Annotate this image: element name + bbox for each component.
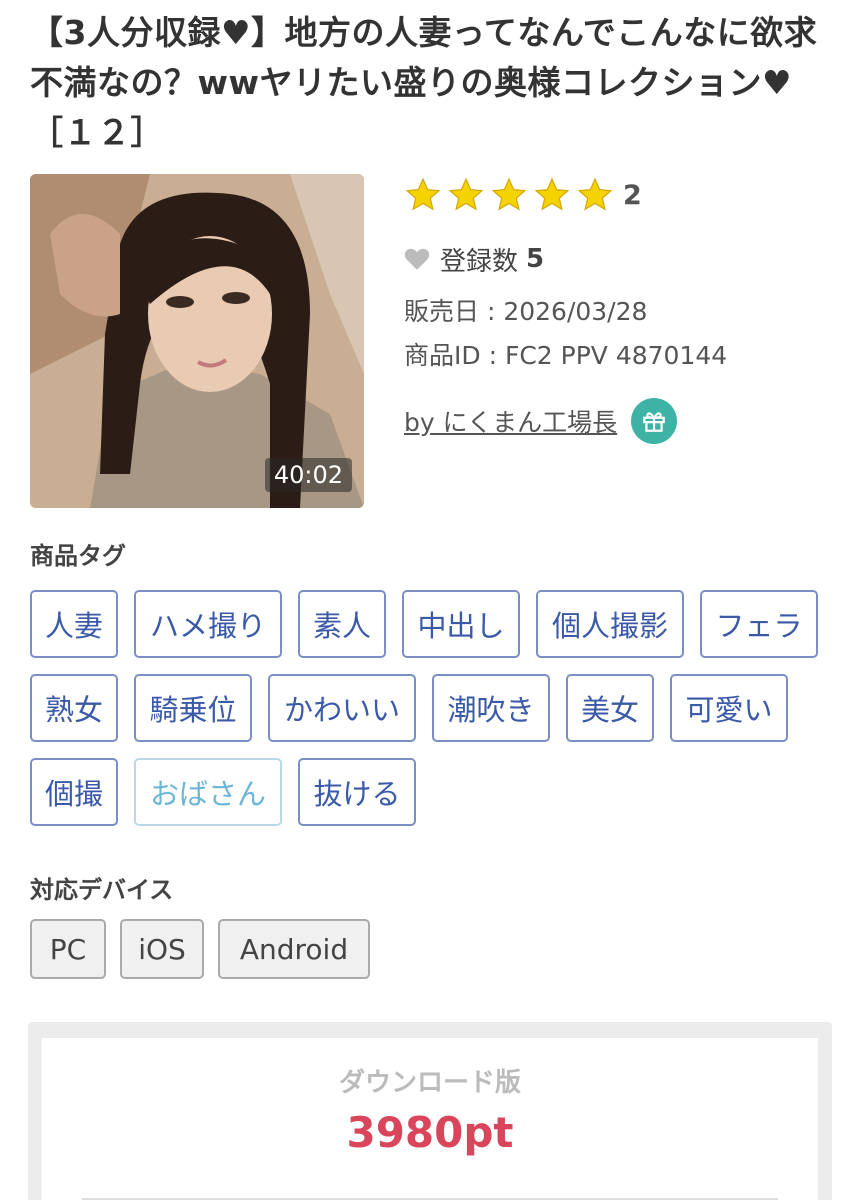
purchase-card: ダウンロード版 3980pt — [42, 1038, 818, 1200]
seller-link[interactable]: by にくまん工場長 — [404, 403, 617, 439]
tags-heading: 商品タグ — [30, 542, 126, 570]
tag[interactable]: 人妻 — [30, 590, 118, 658]
price: 3980pt — [346, 1108, 514, 1157]
device-badge: PC — [30, 919, 106, 979]
tag[interactable]: フェラ — [700, 590, 818, 658]
tag[interactable]: 中出し — [402, 590, 520, 658]
star-icon — [534, 177, 570, 211]
product-info: 2 登録数 5 販売日 : 2026/03/28 商品ID : FC2 PPV … — [404, 172, 844, 444]
tag-row: 人妻 ハメ撮り 素人 中出し 個人撮影 フェラ — [30, 590, 840, 658]
tag[interactable]: 熟女 — [30, 674, 118, 742]
release-date: 販売日 : 2026/03/28 — [404, 297, 648, 326]
star-icon — [577, 177, 613, 211]
product-id: 商品ID : FC2 PPV 4870144 — [404, 341, 728, 370]
heart-icon — [404, 248, 430, 270]
tag[interactable]: 抜ける — [298, 758, 416, 826]
favorite-count[interactable]: 登録数 5 — [404, 234, 844, 284]
tag[interactable]: 個撮 — [30, 758, 118, 826]
rating[interactable]: 2 — [404, 172, 844, 218]
tag-row: 個撮 おばさん 抜ける — [30, 758, 840, 826]
purchase-panel: ダウンロード版 3980pt — [28, 1022, 832, 1200]
tag[interactable]: 潮吹き — [432, 674, 550, 742]
rating-count: 2 — [623, 179, 642, 211]
tag[interactable]: 美女 — [566, 674, 654, 742]
tag[interactable]: 素人 — [298, 590, 386, 658]
tag[interactable]: 個人撮影 — [536, 590, 684, 658]
favorites-count: 5 — [526, 244, 545, 274]
video-duration: 40:02 — [264, 458, 352, 492]
star-icon — [448, 177, 484, 211]
star-icon — [491, 177, 527, 211]
device-list: PC iOS Android — [30, 919, 384, 979]
gift-glyph — [643, 412, 665, 432]
tag[interactable]: 可愛い — [670, 674, 788, 742]
tag[interactable]: 騎乗位 — [134, 674, 252, 742]
gift-icon[interactable] — [631, 398, 678, 444]
product-title: 【3人分収録♥】地方の人妻ってなんでこんなに欲求不満なの？wwヤリたい盛りの奥様… — [30, 13, 818, 152]
product-thumbnail[interactable]: 40:02 — [30, 174, 364, 508]
devices-heading: 対応デバイス — [30, 876, 174, 904]
tag[interactable]: おばさん — [134, 758, 282, 826]
tag[interactable]: ハメ撮り — [134, 590, 282, 658]
tag-row: 熟女 騎乗位 かわいい 潮吹き 美女 可愛い — [30, 674, 840, 742]
tag[interactable]: かわいい — [268, 674, 416, 742]
favorites-label: 登録数 — [440, 246, 519, 277]
tag-list: 人妻 ハメ撮り 素人 中出し 個人撮影 フェラ 熟女 騎乗位 かわいい 潮吹き … — [30, 590, 840, 842]
star-icon — [405, 177, 441, 211]
device-badge: Android — [218, 919, 370, 979]
device-badge: iOS — [120, 919, 204, 979]
version-label: ダウンロード版 — [338, 1068, 521, 1098]
